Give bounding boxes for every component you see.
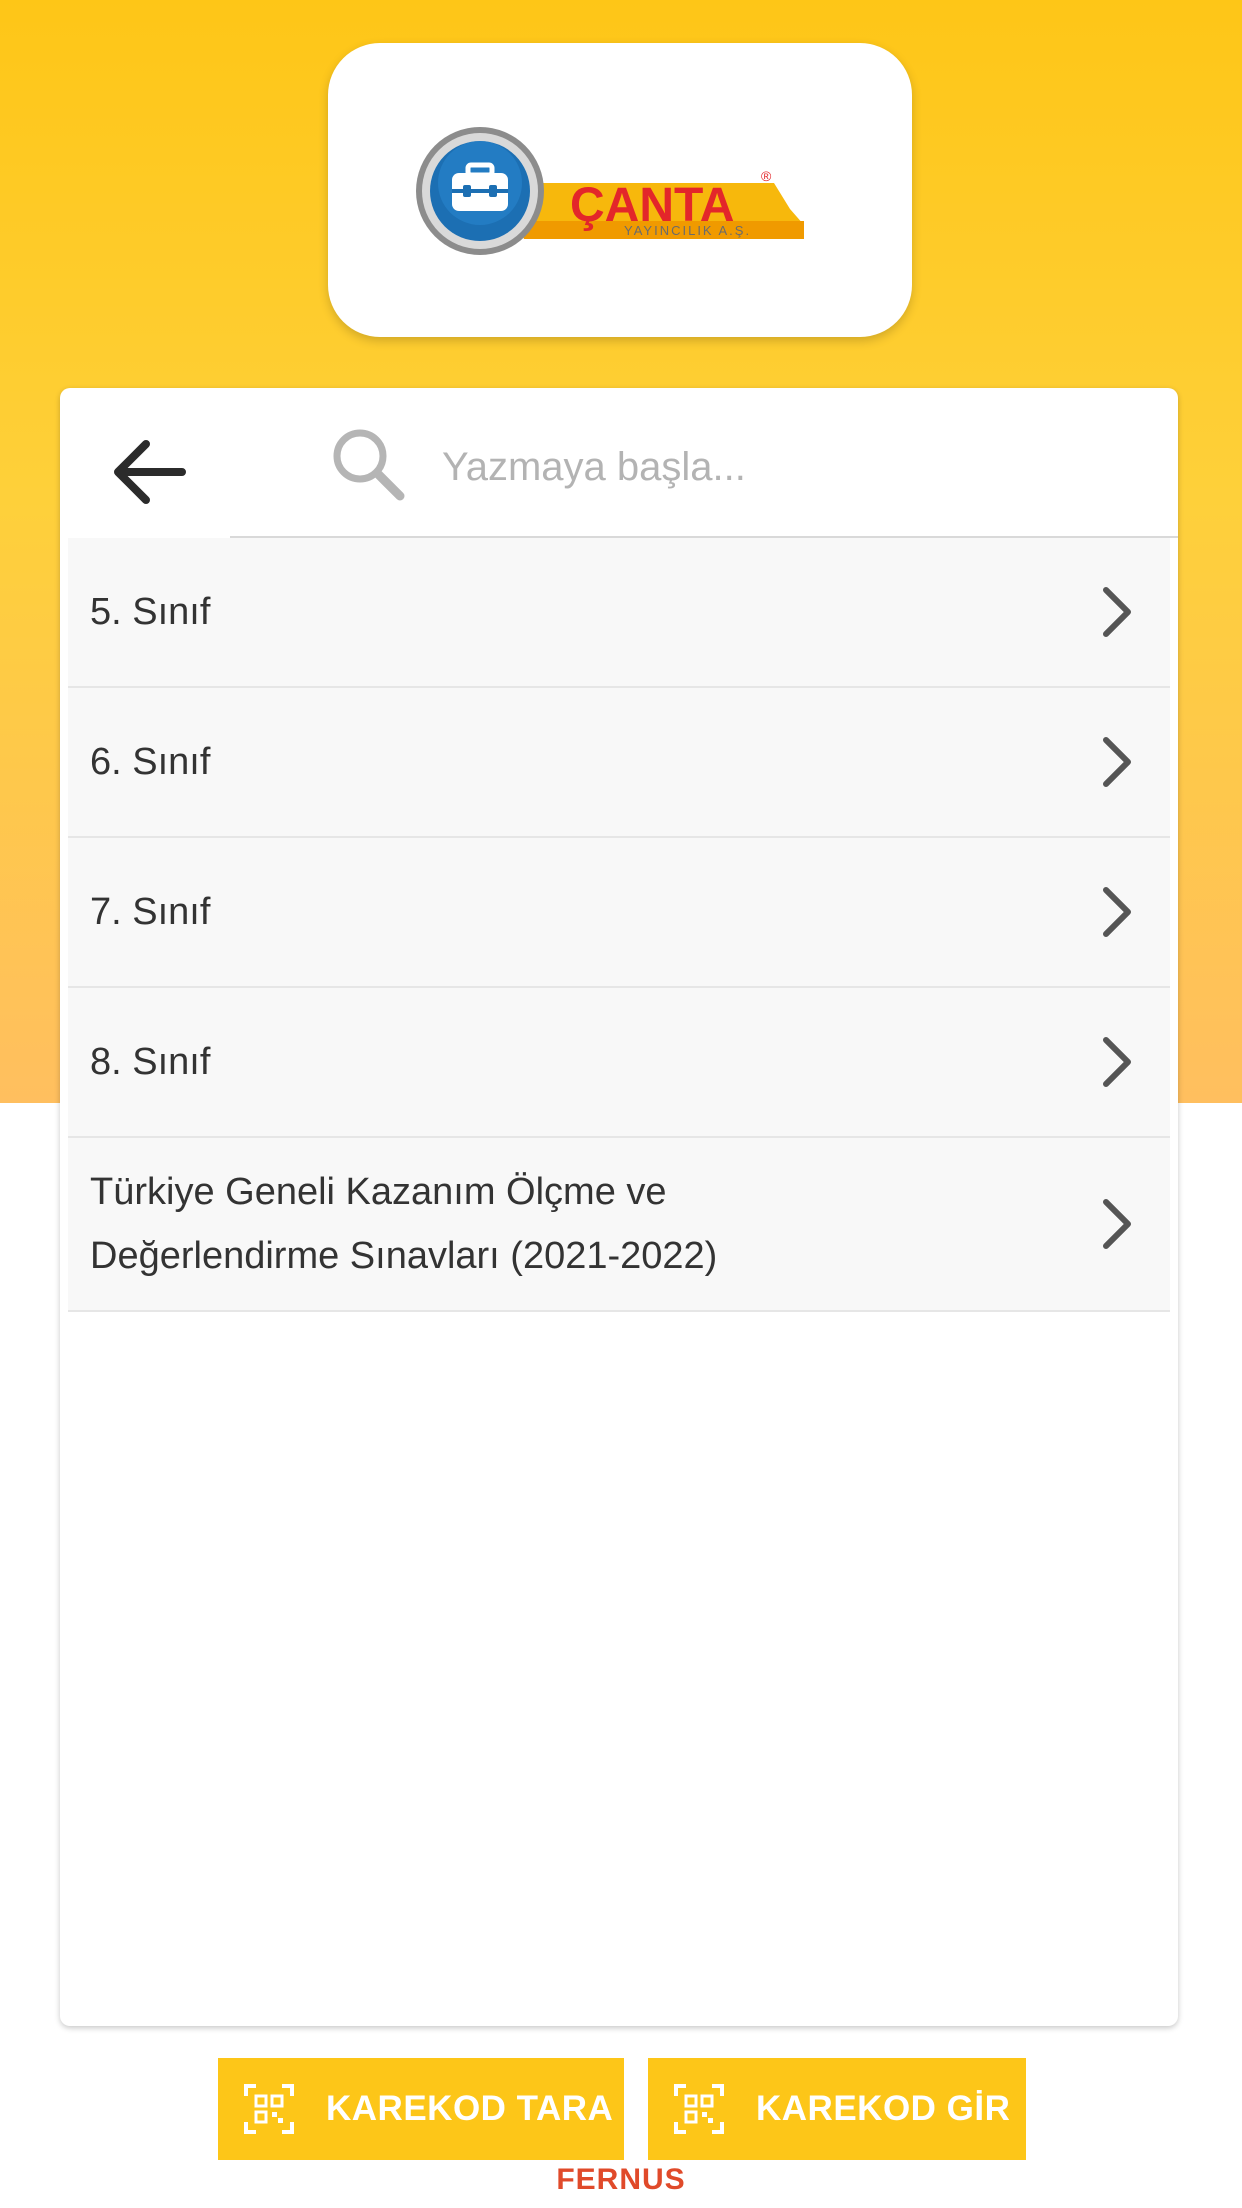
fernus-brand: FERNUS xyxy=(556,2163,686,2196)
list-item-grade-5[interactable]: 5. Sınıf xyxy=(68,538,1170,688)
chevron-right-icon xyxy=(1103,587,1131,637)
chevron-right-icon xyxy=(1103,737,1131,787)
enter-qr-button[interactable]: KAREKOD GİR xyxy=(648,2058,1026,2160)
svg-text:®: ® xyxy=(761,168,772,184)
chevron-right-icon xyxy=(1103,1037,1131,1087)
search-bar xyxy=(60,388,1178,538)
search-input[interactable] xyxy=(440,436,1144,498)
qr-code-icon xyxy=(244,2084,294,2134)
search-icon xyxy=(333,429,405,501)
scan-qr-label: KAREKOD TARA xyxy=(326,2089,614,2128)
canta-logo: ÇANTA ® YAYINCILIK A.Ş. xyxy=(416,127,804,255)
qr-code-icon xyxy=(674,2084,724,2134)
list-item-grade-7[interactable]: 7. Sınıf xyxy=(68,838,1170,988)
enter-qr-label: KAREKOD GİR xyxy=(756,2089,1011,2128)
list-item-grade-6[interactable]: 6. Sınıf xyxy=(68,688,1170,838)
back-button[interactable] xyxy=(98,420,202,524)
list-item-grade-8[interactable]: 8. Sınıf xyxy=(68,988,1170,1138)
scan-qr-button[interactable]: KAREKOD TARA xyxy=(218,2058,624,2160)
qr-actions: KAREKOD TARA KAREKOD GİR xyxy=(218,2058,1026,2160)
category-panel: 5. Sınıf 6. Sınıf 7. Sınıf 8. Sınıf Türk… xyxy=(60,388,1178,2026)
list-item-national-exams[interactable]: Türkiye Geneli Kazanım Ölçme ve Değerlen… xyxy=(68,1138,1170,1312)
list-item-label: 5. Sınıf xyxy=(90,591,211,633)
list-item-label: 8. Sınıf xyxy=(90,1041,211,1083)
list-item-label: Türkiye Geneli Kazanım Ölçme ve Değerlen… xyxy=(90,1171,718,1277)
category-list: 5. Sınıf 6. Sınıf 7. Sınıf 8. Sınıf Türk… xyxy=(68,538,1170,1312)
chevron-right-icon xyxy=(1103,1199,1131,1249)
search-field xyxy=(230,388,1178,538)
logo-card: ÇANTA ® YAYINCILIK A.Ş. xyxy=(328,43,912,337)
list-item-label: 6. Sınıf xyxy=(90,741,211,783)
chevron-right-icon xyxy=(1103,887,1131,937)
list-item-label: 7. Sınıf xyxy=(90,891,211,933)
svg-text:YAYINCILIK A.Ş.: YAYINCILIK A.Ş. xyxy=(624,223,751,238)
arrow-left-icon xyxy=(114,440,186,504)
